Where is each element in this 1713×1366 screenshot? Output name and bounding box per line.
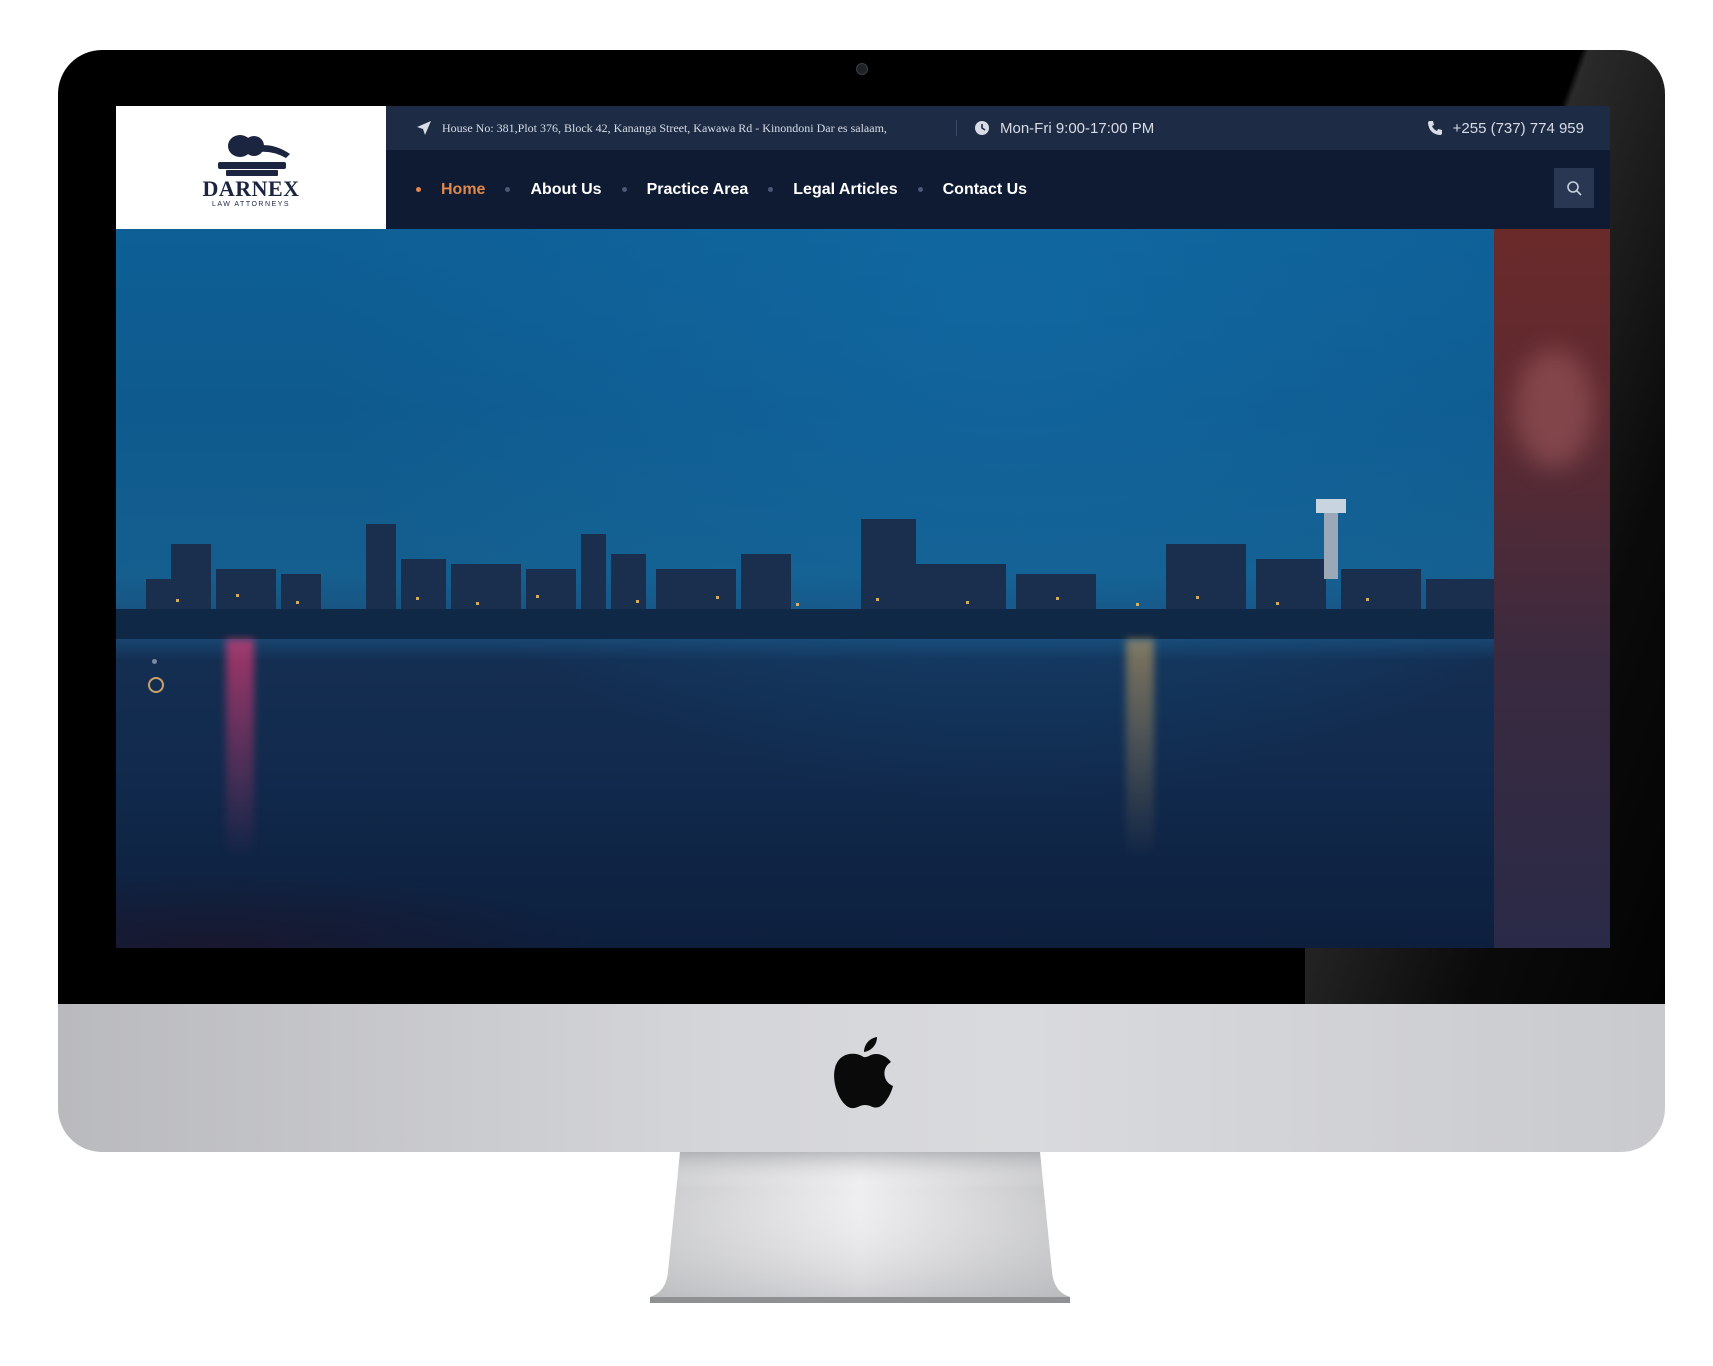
light-reflection	[1126, 639, 1154, 859]
top-info-bar: House No: 381,Plot 376, Block 42, Kanang…	[386, 106, 1610, 150]
nav-menu: Home About Us Practice Area Legal Articl…	[416, 150, 1027, 229]
shoreline-rocks	[116, 868, 596, 948]
gavel-logo-icon	[218, 135, 290, 176]
next-slide-preview	[1494, 229, 1610, 948]
light-reflection	[226, 639, 254, 859]
nav-item-home[interactable]: Home	[441, 181, 485, 199]
slider-dot-active[interactable]	[148, 677, 164, 693]
nav-item-contact-us[interactable]: Contact Us	[943, 181, 1027, 199]
clock-icon	[975, 121, 989, 135]
address-info: House No: 381,Plot 376, Block 42, Kanang…	[416, 106, 887, 150]
nav-bullet	[768, 187, 774, 192]
apple-logo-icon	[834, 1037, 893, 1109]
logo-name: DARNEX	[202, 176, 300, 201]
hero-slider	[116, 229, 1610, 948]
website-screen: DARNEX LAW ATTORNEYS House No: 381,Plot …	[116, 106, 1610, 948]
nav-bullet	[917, 187, 923, 192]
nav-bullet	[416, 187, 421, 192]
city-skyline-image	[116, 499, 1494, 639]
hours-text: Mon-Fri 9:00-17:00 PM	[1000, 119, 1155, 137]
camera	[856, 63, 868, 75]
topbar-divider	[956, 120, 957, 136]
location-arrow-icon	[417, 121, 431, 135]
phone-icon	[1427, 121, 1442, 135]
slider-dot[interactable]	[152, 659, 157, 664]
logo[interactable]: DARNEX LAW ATTORNEYS	[116, 106, 386, 229]
search-button[interactable]	[1554, 168, 1594, 208]
address-text: House No: 381,Plot 376, Block 42, Kanang…	[442, 120, 887, 135]
nav-bullet	[621, 187, 627, 192]
search-icon	[1567, 181, 1582, 196]
main-navbar: Home About Us Practice Area Legal Articl…	[386, 150, 1610, 229]
imac-stand	[650, 1152, 1070, 1303]
hours-info: Mon-Fri 9:00-17:00 PM	[974, 106, 1154, 150]
nav-item-about-us[interactable]: About Us	[530, 181, 601, 199]
blurred-highlight	[1514, 349, 1594, 469]
phone-text[interactable]: +255 (737) 774 959	[1453, 120, 1584, 137]
logo-tagline: LAW ATTORNEYS	[211, 201, 291, 208]
nav-bullet	[505, 187, 511, 192]
nav-item-legal-articles[interactable]: Legal Articles	[793, 181, 897, 199]
nav-item-practice-area[interactable]: Practice Area	[647, 181, 749, 199]
phone-info[interactable]: +255 (737) 774 959	[1427, 106, 1584, 150]
